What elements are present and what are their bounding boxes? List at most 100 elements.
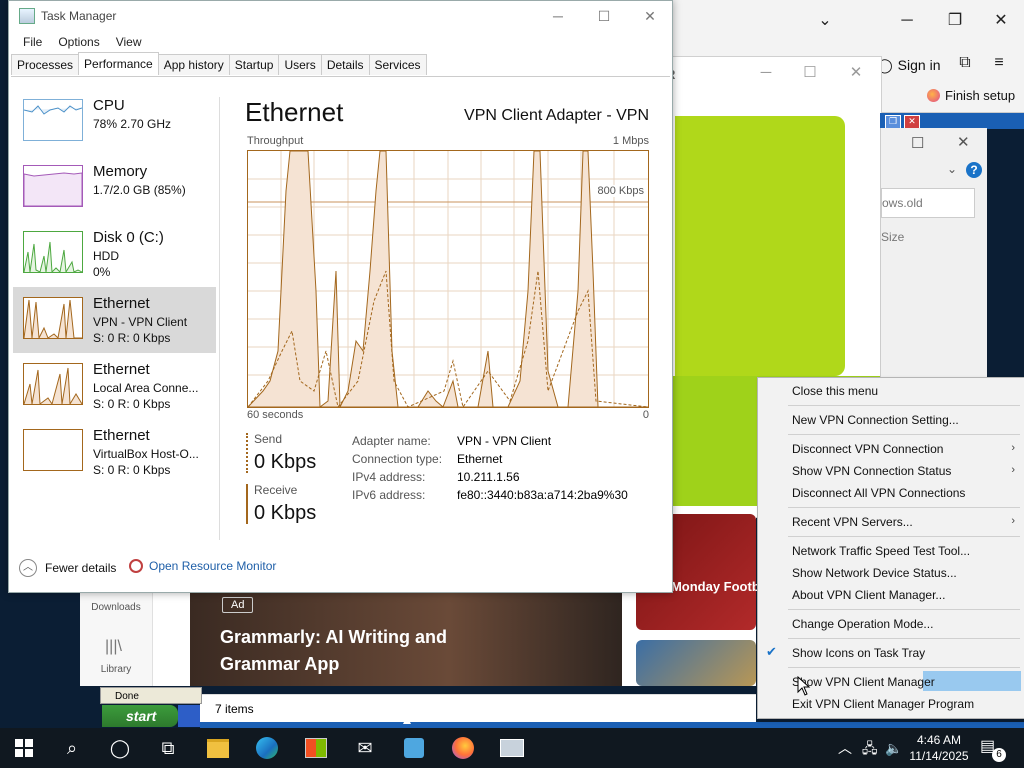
close-button[interactable]: ✕: [981, 6, 1021, 36]
chevron-up-icon: ︿: [19, 559, 37, 577]
resource-ethernet-vpn[interactable]: Ethernet VPN - VPN Client S: 0 R: 0 Kbps: [13, 287, 216, 353]
resource-memory[interactable]: Memory 1.7/2.0 GB (85%): [13, 155, 216, 221]
tab-app-history[interactable]: App history: [157, 54, 230, 75]
menu-item-show-vpn-client-manager[interactable]: Show VPN Client Manager: [792, 675, 935, 689]
menu-item-recent-vpn-servers[interactable]: Recent VPN Servers...: [792, 515, 913, 529]
close-icon[interactable]: ✕: [957, 133, 970, 151]
resource-ethernet-lan[interactable]: Ethernet Local Area Conne... S: 0 R: 0 K…: [13, 353, 216, 419]
menu-item-disconnect-vpn[interactable]: Disconnect VPN Connection: [792, 442, 943, 456]
mouse-cursor-icon: [797, 675, 811, 699]
menu-item-about[interactable]: About VPN Client Manager...: [792, 588, 945, 602]
menu-item-show-vpn-status[interactable]: Show VPN Connection Status: [792, 464, 951, 478]
volume-icon[interactable]: 🔈: [885, 740, 902, 756]
restore-button[interactable]: ❐: [935, 6, 975, 36]
explorer-title-bar: ❐ ✕: [880, 113, 1024, 129]
tab-details[interactable]: Details: [320, 54, 370, 75]
vpn-client-icon[interactable]: [488, 728, 536, 768]
edge-icon[interactable]: [243, 728, 291, 768]
chevron-up-icon[interactable]: ︿: [838, 740, 852, 756]
resource-detail: HDD: [93, 249, 119, 263]
chevron-down-icon[interactable]: ⌄: [947, 162, 957, 176]
panel-divider[interactable]: [219, 97, 220, 540]
ad-badge: Ad: [222, 597, 254, 613]
menu-separator: [788, 638, 1020, 639]
news-card[interactable]: [636, 640, 756, 686]
menu-item-speed-test[interactable]: Network Traffic Speed Test Tool...: [792, 544, 970, 558]
checkmark-icon: ✔: [766, 644, 777, 659]
receive-legend-marker: [246, 484, 248, 524]
tab-startup[interactable]: Startup: [228, 54, 280, 75]
minimize-button[interactable]: ─: [535, 1, 581, 31]
store-icon[interactable]: [292, 728, 340, 768]
menu-file[interactable]: File: [15, 33, 50, 51]
file-explorer-icon[interactable]: [194, 728, 242, 768]
resource-cpu[interactable]: CPU 78% 2.70 GHz: [13, 89, 216, 155]
resource-name: Disk 0 (C:): [93, 229, 164, 246]
items-count: 7 items: [215, 702, 254, 716]
menu-item-exit-program[interactable]: Exit VPN Client Manager Program: [792, 697, 974, 711]
resource-detail: VirtualBox Host-O...: [93, 447, 199, 461]
windows-start-icon[interactable]: [0, 728, 48, 768]
ad-title[interactable]: Grammarly: AI Writing and Grammar App: [220, 624, 450, 678]
resource-detail: Local Area Conne...: [93, 381, 199, 395]
tabs-dropdown-icon[interactable]: ⌄: [805, 6, 845, 36]
ethernet-graph-thumb: [23, 297, 83, 339]
menu-item-disconnect-all[interactable]: Disconnect All VPN Connections: [792, 486, 965, 500]
send-legend-marker: [246, 433, 249, 473]
cortana-icon[interactable]: ◯: [96, 728, 144, 768]
close-icon[interactable]: ✕: [836, 61, 876, 85]
media-app-icon[interactable]: [390, 728, 438, 768]
task-manager-icon: [19, 8, 35, 24]
menu-bar: File Options View: [15, 33, 150, 51]
finish-setup-button[interactable]: Finish setup: [927, 88, 1015, 103]
menu-item-network-device-status[interactable]: Show Network Device Status...: [792, 566, 957, 580]
menu-options[interactable]: Options: [50, 33, 107, 51]
tab-users[interactable]: Users: [278, 54, 322, 75]
close-icon[interactable]: ✕: [904, 115, 920, 129]
clock-date: 11/14/2025: [909, 749, 969, 763]
menu-item-change-operation-mode[interactable]: Change Operation Mode...: [792, 617, 933, 631]
sign-in-button[interactable]: ◯ Sign in: [877, 52, 940, 78]
ethernet-graph-thumb: [23, 363, 83, 405]
network-icon[interactable]: 🖧: [862, 740, 878, 756]
maximize-icon[interactable]: ☐: [790, 61, 830, 85]
adapter-name-value: VPN - VPN Client: [457, 434, 552, 448]
window-title: Task Manager: [41, 9, 117, 23]
tab-services[interactable]: Services: [368, 54, 427, 75]
receive-value: 0 Kbps: [254, 502, 317, 524]
close-button[interactable]: ✕: [627, 1, 673, 31]
minimize-icon[interactable]: ─: [746, 61, 786, 85]
open-resource-monitor-link[interactable]: Open Resource Monitor: [129, 559, 276, 573]
ipv4-label: IPv4 address:: [352, 470, 426, 484]
search-input[interactable]: ows.old: [881, 188, 975, 218]
minimize-button[interactable]: ─: [887, 6, 927, 36]
mail-icon[interactable]: ✉: [341, 728, 389, 768]
xp-start-button[interactable]: start: [102, 705, 178, 727]
column-header-size[interactable]: Size: [881, 230, 904, 244]
resource-ethernet-virtualbox[interactable]: Ethernet VirtualBox Host-O... S: 0 R: 0 …: [13, 419, 216, 485]
sidebar-item-downloads[interactable]: Downloads: [80, 602, 152, 613]
menu-item-show-icons-tray[interactable]: Show Icons on Task Tray: [792, 646, 925, 660]
search-icon[interactable]: ⌕: [48, 728, 96, 768]
tab-performance[interactable]: Performance: [78, 52, 159, 75]
menu-item-new-vpn-connection[interactable]: New VPN Connection Setting...: [792, 413, 959, 427]
task-view-icon[interactable]: ⧉: [144, 728, 192, 768]
maximize-icon[interactable]: ☐: [911, 134, 924, 152]
clock[interactable]: 4:46 AM 11/14/2025: [906, 732, 972, 764]
task-manager-window: Task Manager ─ ☐ ✕ File Options View Pro…: [8, 0, 673, 593]
maximize-button[interactable]: ☐: [581, 1, 627, 31]
fewer-details-button[interactable]: ︿ Fewer details: [19, 559, 116, 577]
resource-disk[interactable]: Disk 0 (C:) HDD 0%: [13, 221, 216, 287]
menu-icon[interactable]: ≡: [979, 48, 1019, 78]
firefox-icon[interactable]: [439, 728, 487, 768]
library-icon: |||\: [105, 638, 122, 655]
submenu-arrow-icon: ›: [1011, 442, 1015, 454]
sidebar-item-library[interactable]: Library: [80, 664, 152, 675]
connection-type-value: Ethernet: [457, 452, 503, 466]
adapter-name-label: Adapter name:: [352, 434, 431, 448]
menu-view[interactable]: View: [108, 33, 150, 51]
menu-item-close-menu[interactable]: Close this menu: [792, 384, 878, 398]
help-icon[interactable]: ?: [966, 162, 982, 178]
tab-processes[interactable]: Processes: [11, 54, 80, 75]
restore-icon[interactable]: ❐: [885, 115, 901, 129]
